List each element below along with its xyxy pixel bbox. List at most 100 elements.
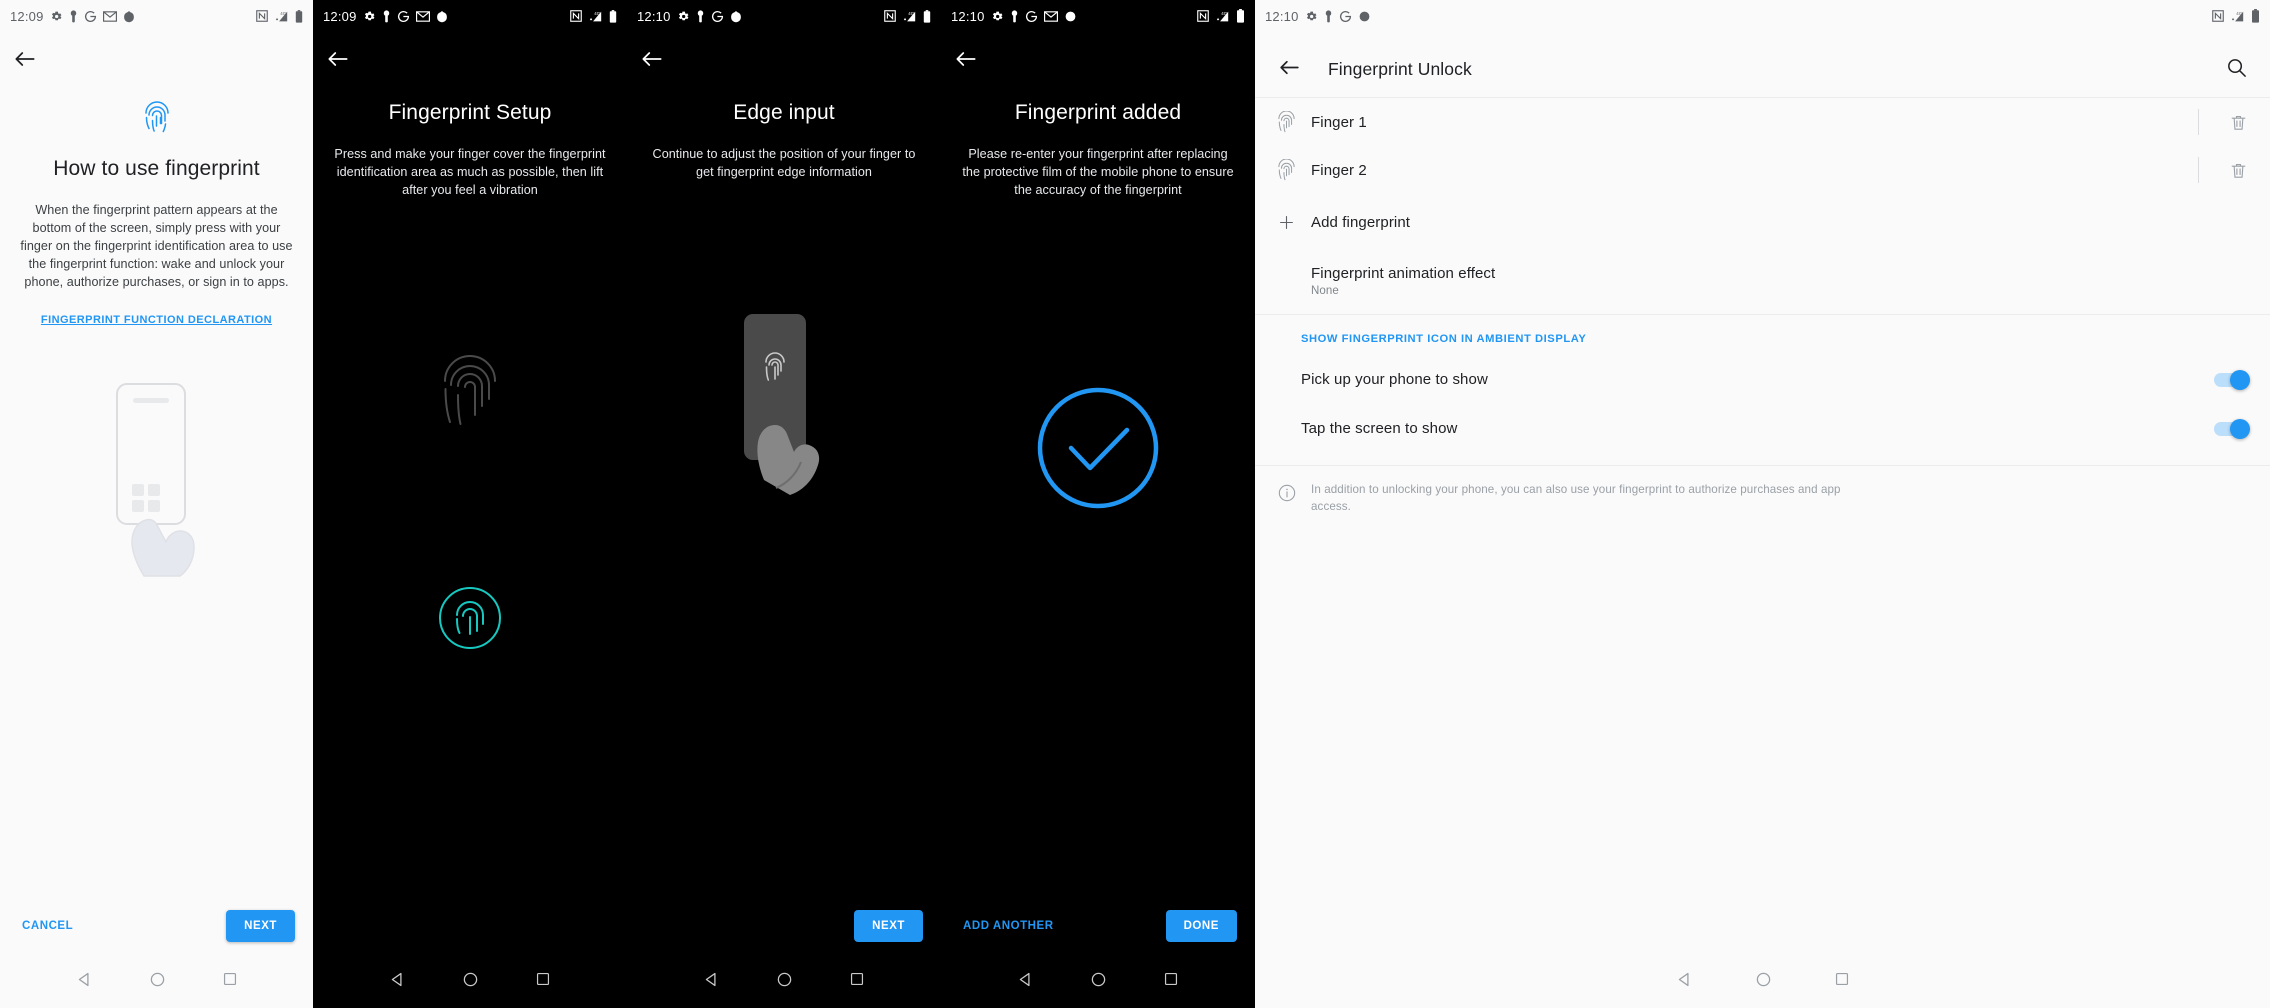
- signal-4g-icon: 4G: [588, 10, 603, 23]
- vpn-key-icon: [1324, 9, 1333, 23]
- panel-content: Fingerprint Setup Press and make your fi…: [313, 100, 627, 200]
- gear-icon: [677, 10, 690, 23]
- vpn-key-icon: [69, 9, 78, 23]
- list-item-content: Fingerprint animation effect None: [1311, 265, 2248, 297]
- vpn-key-icon: [696, 9, 705, 23]
- nav-back-icon[interactable]: [703, 971, 720, 988]
- settings-list: Finger 1 Finger 2 Add fingerprint Finger…: [1255, 98, 2270, 516]
- list-item-label: Tap the screen to show: [1301, 420, 1458, 437]
- status-clock: 12:09: [10, 8, 44, 24]
- action-bar: CANCEL NEXT: [0, 902, 313, 950]
- row-divider: [2198, 109, 2199, 135]
- vpn-key-icon: [1010, 9, 1019, 23]
- status-bar-right: 4G: [2212, 9, 2260, 23]
- nav-home-icon[interactable]: [1090, 971, 1107, 988]
- next-button[interactable]: NEXT: [854, 910, 923, 942]
- status-bar-left: 12:09: [323, 9, 448, 24]
- status-bar: 12:10 4G: [941, 0, 1255, 32]
- list-item-content: Tap the screen to show: [1301, 420, 2214, 437]
- nav-recents-icon[interactable]: [535, 971, 551, 987]
- footnote-text: In addition to unlocking your phone, you…: [1311, 483, 1841, 513]
- list-item-content: Finger 1: [1311, 114, 2198, 131]
- info-icon: [1277, 483, 1297, 508]
- arrow-left-icon: [1280, 60, 1299, 74]
- next-button[interactable]: NEXT: [226, 910, 295, 942]
- nav-back-icon[interactable]: [389, 971, 406, 988]
- toggle-tap-screen-to-show[interactable]: [2214, 418, 2250, 439]
- plus-icon: [1277, 213, 1311, 232]
- list-item-label: Finger 1: [1311, 113, 1367, 131]
- list-item-content: Finger 2: [1311, 162, 2198, 179]
- battery-icon: [609, 9, 617, 23]
- arrow-left-icon: [956, 52, 976, 66]
- phone-edge-hand-illustration: [627, 310, 941, 510]
- cancel-button[interactable]: CANCEL: [18, 912, 77, 940]
- nav-home-icon[interactable]: [149, 971, 166, 988]
- status-bar-right: 4G: [1197, 9, 1245, 23]
- delete-icon[interactable]: [2229, 113, 2248, 132]
- action-bar: NEXT: [627, 902, 941, 950]
- fingerprint-sensor-indicator: [313, 585, 627, 651]
- nav-recents-icon[interactable]: [222, 971, 238, 987]
- nav-home-icon[interactable]: [1755, 971, 1772, 988]
- add-another-button[interactable]: ADD ANOTHER: [959, 912, 1058, 940]
- nav-home-icon[interactable]: [776, 971, 793, 988]
- app-dot-icon: [123, 10, 135, 23]
- phone-in-hand-illustration: [0, 380, 313, 580]
- nav-back-icon[interactable]: [1017, 971, 1034, 988]
- back-button[interactable]: [639, 46, 665, 72]
- delete-icon[interactable]: [2229, 161, 2248, 180]
- arrow-left-icon: [15, 52, 35, 66]
- done-button[interactable]: DONE: [1165, 910, 1237, 942]
- nav-recents-icon[interactable]: [849, 971, 865, 987]
- list-item-fingerprint-animation-effect[interactable]: Fingerprint animation effect None: [1255, 250, 2270, 308]
- svg-text:4G: 4G: [594, 11, 600, 16]
- list-item-finger-1[interactable]: Finger 1: [1255, 98, 2270, 146]
- list-item-label: Add fingerprint: [1311, 213, 1411, 231]
- battery-icon: [1236, 9, 1245, 23]
- list-item-add-fingerprint[interactable]: Add fingerprint: [1255, 194, 2270, 250]
- status-bar-left: 12:10: [637, 9, 742, 24]
- svg-text:4G: 4G: [2236, 11, 2242, 16]
- status-bar: 12:09 4G: [313, 0, 627, 32]
- signal-4g-icon: 4G: [1215, 10, 1230, 23]
- nav-back-icon[interactable]: [1676, 971, 1693, 988]
- google-icon: [1339, 10, 1352, 23]
- nfc-icon: [570, 10, 582, 22]
- list-item-finger-2[interactable]: Finger 2: [1255, 146, 2270, 194]
- back-button[interactable]: [12, 46, 38, 72]
- fingerprint-icon: [1277, 111, 1311, 133]
- gear-icon: [50, 10, 63, 23]
- screenshot-strip: 12:09 4G How to use fingerprint When the…: [0, 0, 2270, 1008]
- toggle-pick-up-phone-to-show[interactable]: [2214, 369, 2250, 390]
- nav-back-icon[interactable]: [76, 971, 93, 988]
- list-item-pick-up-phone-to-show[interactable]: Pick up your phone to show: [1255, 355, 2270, 404]
- action-bar: ADD ANOTHER DONE: [941, 902, 1255, 950]
- page-title: Fingerprint Setup: [388, 101, 552, 124]
- nav-recents-icon[interactable]: [1163, 971, 1179, 987]
- status-clock: 12:10: [637, 8, 671, 24]
- nav-home-icon[interactable]: [462, 971, 479, 988]
- battery-icon: [295, 9, 303, 23]
- nav-recents-icon[interactable]: [1834, 971, 1850, 987]
- gear-icon: [991, 10, 1004, 23]
- gmail-icon: [102, 10, 117, 22]
- back-button[interactable]: [325, 46, 351, 72]
- page-description: Continue to adjust the position of your …: [652, 147, 916, 180]
- battery-icon: [923, 9, 931, 23]
- system-nav-bar: [1255, 950, 2270, 1008]
- row-divider: [2198, 157, 2199, 183]
- list-item-content: Pick up your phone to show: [1301, 371, 2214, 388]
- search-icon[interactable]: [2225, 56, 2248, 84]
- panel-fingerprint-unlock-settings: 12:10 4G Fingerprint Unlock Finger 1 Fin…: [1255, 0, 2270, 1008]
- back-button[interactable]: [953, 46, 979, 72]
- back-button[interactable]: [1277, 55, 1302, 85]
- toggle-knob: [2230, 418, 2250, 439]
- status-bar-right: 4G: [256, 9, 303, 23]
- toggle-knob: [2230, 369, 2250, 390]
- list-item-tap-screen-to-show[interactable]: Tap the screen to show: [1255, 404, 2270, 453]
- panel-how-to-use-fingerprint: 12:09 4G How to use fingerprint When the…: [0, 0, 313, 1008]
- fingerprint-function-declaration-link[interactable]: FINGERPRINT FUNCTION DECLARATION: [41, 314, 272, 326]
- footnote: In addition to unlocking your phone, you…: [1255, 465, 2270, 516]
- gmail-icon: [415, 10, 430, 22]
